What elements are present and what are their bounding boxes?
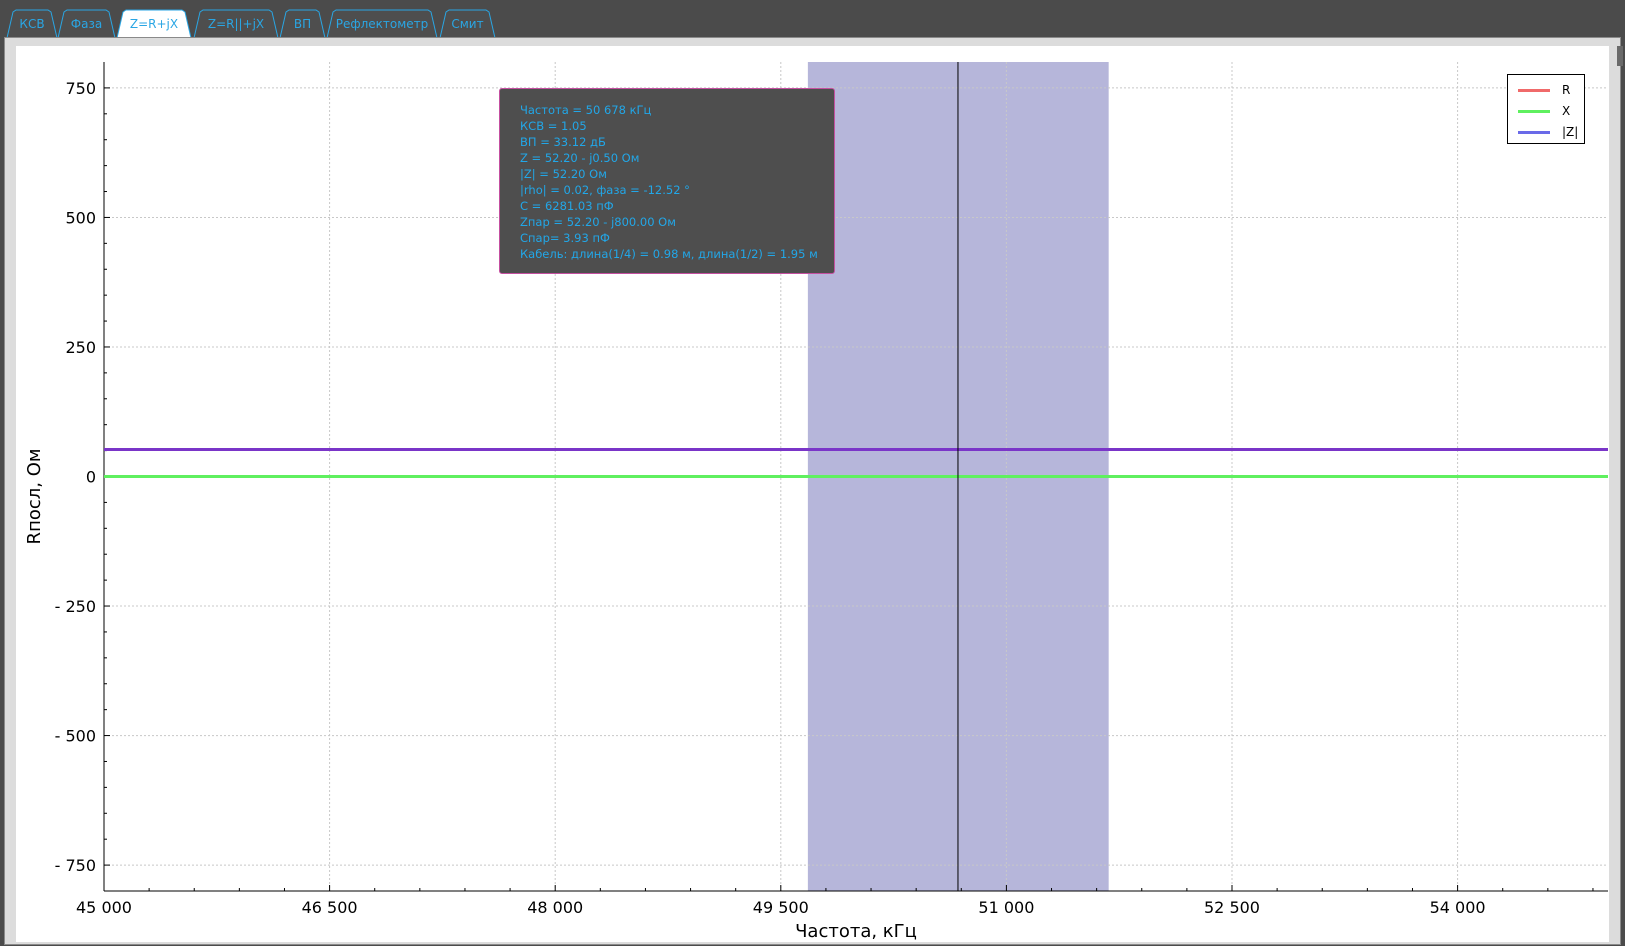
tooltip-parallel-capacitance: Cпар= 3.93 пФ: [520, 231, 610, 245]
measurement-tooltip: Частота = 50 678 кГц КСВ = 1.05 ВП = 33.…: [499, 88, 835, 274]
scrollbar-handle[interactable]: [1617, 46, 1623, 66]
tab-bar: КСВ Фаза Z=R+jX Z=R||+jX ВП Рефлектометр Смит: [0, 0, 1625, 38]
legend-item-z[interactable]: |Z|: [1518, 124, 1584, 140]
x-tick-label: 48 000: [527, 898, 583, 917]
tab-4[interactable]: Z=R||+jX: [198, 14, 274, 34]
tab-5[interactable]: ВП: [284, 14, 321, 34]
legend-item-x[interactable]: X: [1518, 103, 1584, 119]
tooltip-cable-length: Кабель: длина(1/4) = 0.98 м, длина(1/2) …: [520, 247, 818, 261]
y-axis-title: Rпосл, Ом: [24, 449, 45, 545]
x-tick-label: 45 000: [76, 898, 132, 917]
x-tick-label: 51 000: [978, 898, 1034, 917]
x-tick-label: 52 500: [1204, 898, 1260, 917]
tooltip-frequency: Частота = 50 678 кГц: [520, 103, 652, 117]
legend-item-r[interactable]: R: [1518, 82, 1584, 98]
y-tick-label: 250: [65, 338, 96, 357]
legend-swatch-z: [1518, 131, 1550, 134]
y-tick-label: 500: [65, 208, 96, 227]
x-tick-label: 54 000: [1430, 898, 1486, 917]
x-tick-label: 46 500: [302, 898, 358, 917]
tab-7[interactable]: Смит: [444, 14, 491, 34]
y-tick-label: 750: [65, 79, 96, 98]
tab-3[interactable]: Z=R+jX: [121, 14, 187, 34]
tooltip-swr: КСВ = 1.05: [520, 119, 587, 133]
legend-label-x: X: [1562, 104, 1571, 118]
tab-1[interactable]: КСВ: [11, 14, 53, 34]
y-tick-label: - 500: [55, 727, 96, 746]
legend-label-r: R: [1562, 83, 1571, 97]
tooltip-parallel-impedance: Zпар = 52.20 - j800.00 Ом: [520, 215, 676, 229]
tooltip-impedance: Z = 52.20 - j0.50 Ом: [520, 151, 640, 165]
y-tick-label: - 750: [55, 856, 96, 875]
y-tick-label: 0: [86, 468, 96, 487]
tooltip-capacitance: C = 6281.03 пФ: [520, 199, 614, 213]
tab-2[interactable]: Фаза: [62, 14, 111, 34]
x-axis-title: Частота, кГц: [795, 921, 917, 942]
legend-label-z: |Z|: [1562, 125, 1579, 139]
tooltip-impedance-magnitude: |Z| = 52.20 Ом: [520, 167, 607, 181]
tooltip-rho: |rho| = 0.02, фаза = -12.52 °: [520, 183, 690, 197]
x-tick-label: 49 500: [753, 898, 809, 917]
chart-legend: R X |Z|: [1507, 74, 1585, 144]
tab-6[interactable]: Рефлектометр: [331, 14, 433, 34]
legend-swatch-x: [1518, 110, 1550, 113]
tooltip-return-loss: ВП = 33.12 дБ: [520, 135, 606, 149]
legend-swatch-r: [1518, 89, 1550, 92]
y-tick-label: - 250: [55, 597, 96, 616]
